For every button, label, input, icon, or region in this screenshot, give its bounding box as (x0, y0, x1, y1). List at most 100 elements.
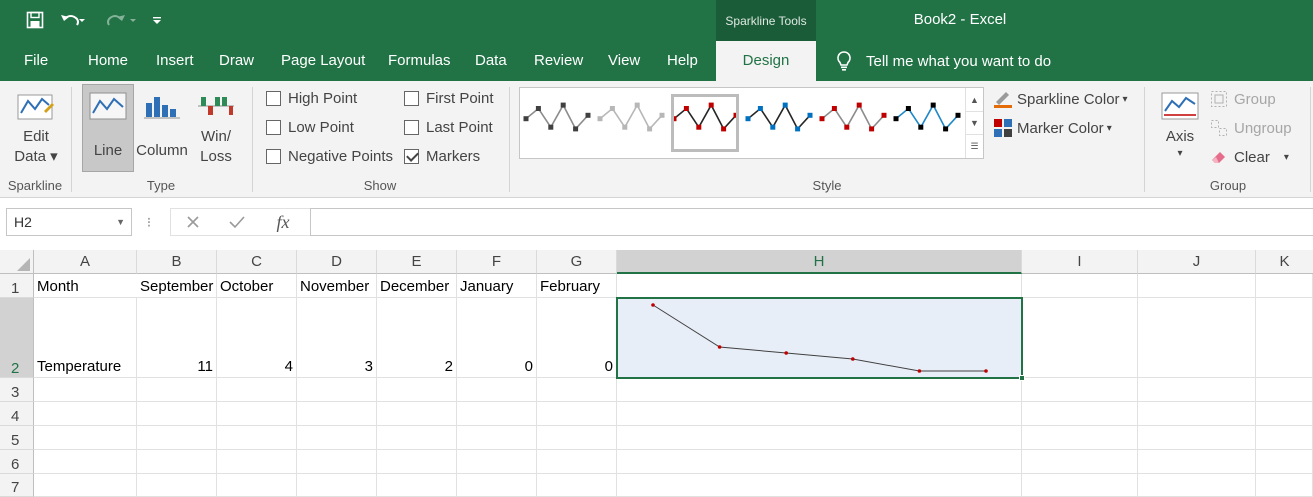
empty-cell[interactable] (1256, 298, 1313, 378)
empty-cell[interactable] (34, 378, 137, 402)
cell-h2-sparkline[interactable] (616, 297, 1023, 379)
cell-e1[interactable]: December (377, 274, 457, 298)
fill-handle[interactable] (1019, 375, 1025, 381)
gallery-more-icon[interactable]: ☰ (965, 134, 983, 158)
low-point-check[interactable] (266, 120, 281, 135)
win-loss-type-button[interactable]: Win/ Loss (190, 89, 242, 167)
row-header-6[interactable]: 6 (0, 450, 34, 474)
tab-design[interactable]: Design (716, 41, 816, 81)
cell-g2[interactable]: 0 (537, 298, 617, 378)
column-header-k[interactable]: K (1256, 250, 1313, 274)
empty-cell[interactable] (34, 450, 137, 474)
column-header-b[interactable]: B (137, 250, 217, 274)
sparkline-color-button[interactable]: Sparkline Color ▾ (993, 89, 1128, 109)
empty-cell[interactable] (1022, 298, 1138, 378)
clear-button[interactable]: Clear ▾ (1210, 148, 1289, 166)
cell-a1[interactable]: Month (34, 274, 137, 298)
empty-cell[interactable] (1256, 274, 1313, 298)
empty-cell[interactable] (1256, 474, 1313, 497)
tab-help[interactable]: Help (667, 41, 698, 81)
empty-cell[interactable] (617, 450, 1022, 474)
cell-d1[interactable]: November (297, 274, 377, 298)
empty-cell[interactable] (617, 402, 1022, 426)
empty-cell[interactable] (34, 426, 137, 450)
column-header-j[interactable]: J (1138, 250, 1256, 274)
axis-button[interactable]: Axis ▾ (1156, 89, 1204, 161)
cell-a2[interactable]: Temperature (34, 298, 137, 378)
tab-draw[interactable]: Draw (219, 41, 254, 81)
empty-cell[interactable] (1138, 378, 1256, 402)
column-header-a[interactable]: A (34, 250, 137, 274)
empty-cell[interactable] (457, 426, 537, 450)
empty-cell[interactable] (1022, 274, 1138, 298)
row-header-5[interactable]: 5 (0, 426, 34, 450)
insert-function-button[interactable]: fx (268, 208, 298, 236)
empty-cell[interactable] (377, 402, 457, 426)
column-type-button[interactable]: Column (134, 89, 190, 161)
empty-cell[interactable] (1256, 402, 1313, 426)
name-box[interactable]: H2 ▼ (6, 208, 132, 236)
cell-f2[interactable]: 0 (457, 298, 537, 378)
gallery-scroll-up-icon[interactable]: ▲ (965, 88, 983, 111)
undo-icon[interactable] (58, 9, 88, 31)
formula-input[interactable] (310, 208, 1313, 236)
empty-cell[interactable] (377, 450, 457, 474)
high-point-checkbox[interactable]: High Point (266, 90, 357, 107)
empty-cell[interactable] (1022, 474, 1138, 497)
cell-c1[interactable]: October (217, 274, 297, 298)
negative-points-check[interactable] (266, 149, 281, 164)
empty-cell[interactable] (1138, 402, 1256, 426)
cell-b1[interactable]: September (137, 274, 217, 298)
empty-cell[interactable] (457, 378, 537, 402)
empty-cell[interactable] (377, 378, 457, 402)
tab-formulas[interactable]: Formulas (388, 41, 451, 81)
group-button[interactable]: Group (1210, 90, 1276, 108)
cell-b2[interactable]: 11 (137, 298, 217, 378)
cell-g1[interactable]: February (537, 274, 617, 298)
empty-cell[interactable] (1138, 298, 1256, 378)
edit-data-button[interactable]: Edit Data ▾ (8, 89, 64, 167)
empty-cell[interactable] (1138, 274, 1256, 298)
empty-cell[interactable] (217, 450, 297, 474)
first-point-check[interactable] (404, 91, 419, 106)
empty-cell[interactable] (617, 274, 1022, 298)
empty-cell[interactable] (457, 402, 537, 426)
tell-me-search[interactable]: Tell me what you want to do (836, 41, 1051, 81)
column-header-f[interactable]: F (457, 250, 537, 274)
empty-cell[interactable] (1138, 426, 1256, 450)
formula-bar-grip-icon[interactable]: ⁝ (142, 208, 156, 236)
empty-cell[interactable] (1022, 426, 1138, 450)
cell-d2[interactable]: 3 (297, 298, 377, 378)
empty-cell[interactable] (137, 450, 217, 474)
empty-cell[interactable] (1256, 426, 1313, 450)
empty-cell[interactable] (34, 474, 137, 497)
high-point-check[interactable] (266, 91, 281, 106)
empty-cell[interactable] (137, 402, 217, 426)
line-type-button[interactable]: Line (82, 89, 134, 161)
empty-cell[interactable] (377, 474, 457, 497)
save-icon[interactable] (24, 9, 46, 31)
cell-f1[interactable]: January (457, 274, 537, 298)
tab-view[interactable]: View (608, 41, 640, 81)
empty-cell[interactable] (297, 402, 377, 426)
empty-cell[interactable] (537, 474, 617, 497)
empty-cell[interactable] (1138, 474, 1256, 497)
last-point-check[interactable] (404, 120, 419, 135)
empty-cell[interactable] (617, 378, 1022, 402)
empty-cell[interactable] (1022, 378, 1138, 402)
gallery-scroll-down-icon[interactable]: ▼ (965, 111, 983, 134)
empty-cell[interactable] (1256, 450, 1313, 474)
tab-home[interactable]: Home (88, 41, 128, 81)
markers-checkbox[interactable]: Markers (404, 148, 480, 165)
empty-cell[interactable] (137, 426, 217, 450)
empty-cell[interactable] (1022, 450, 1138, 474)
row-header-3[interactable]: 3 (0, 378, 34, 402)
empty-cell[interactable] (537, 426, 617, 450)
empty-cell[interactable] (617, 474, 1022, 497)
style-thumbnail-selected-frame[interactable] (671, 94, 739, 152)
low-point-checkbox[interactable]: Low Point (266, 119, 354, 136)
empty-cell[interactable] (537, 402, 617, 426)
column-header-i[interactable]: I (1022, 250, 1138, 274)
empty-cell[interactable] (297, 450, 377, 474)
column-header-d[interactable]: D (297, 250, 377, 274)
